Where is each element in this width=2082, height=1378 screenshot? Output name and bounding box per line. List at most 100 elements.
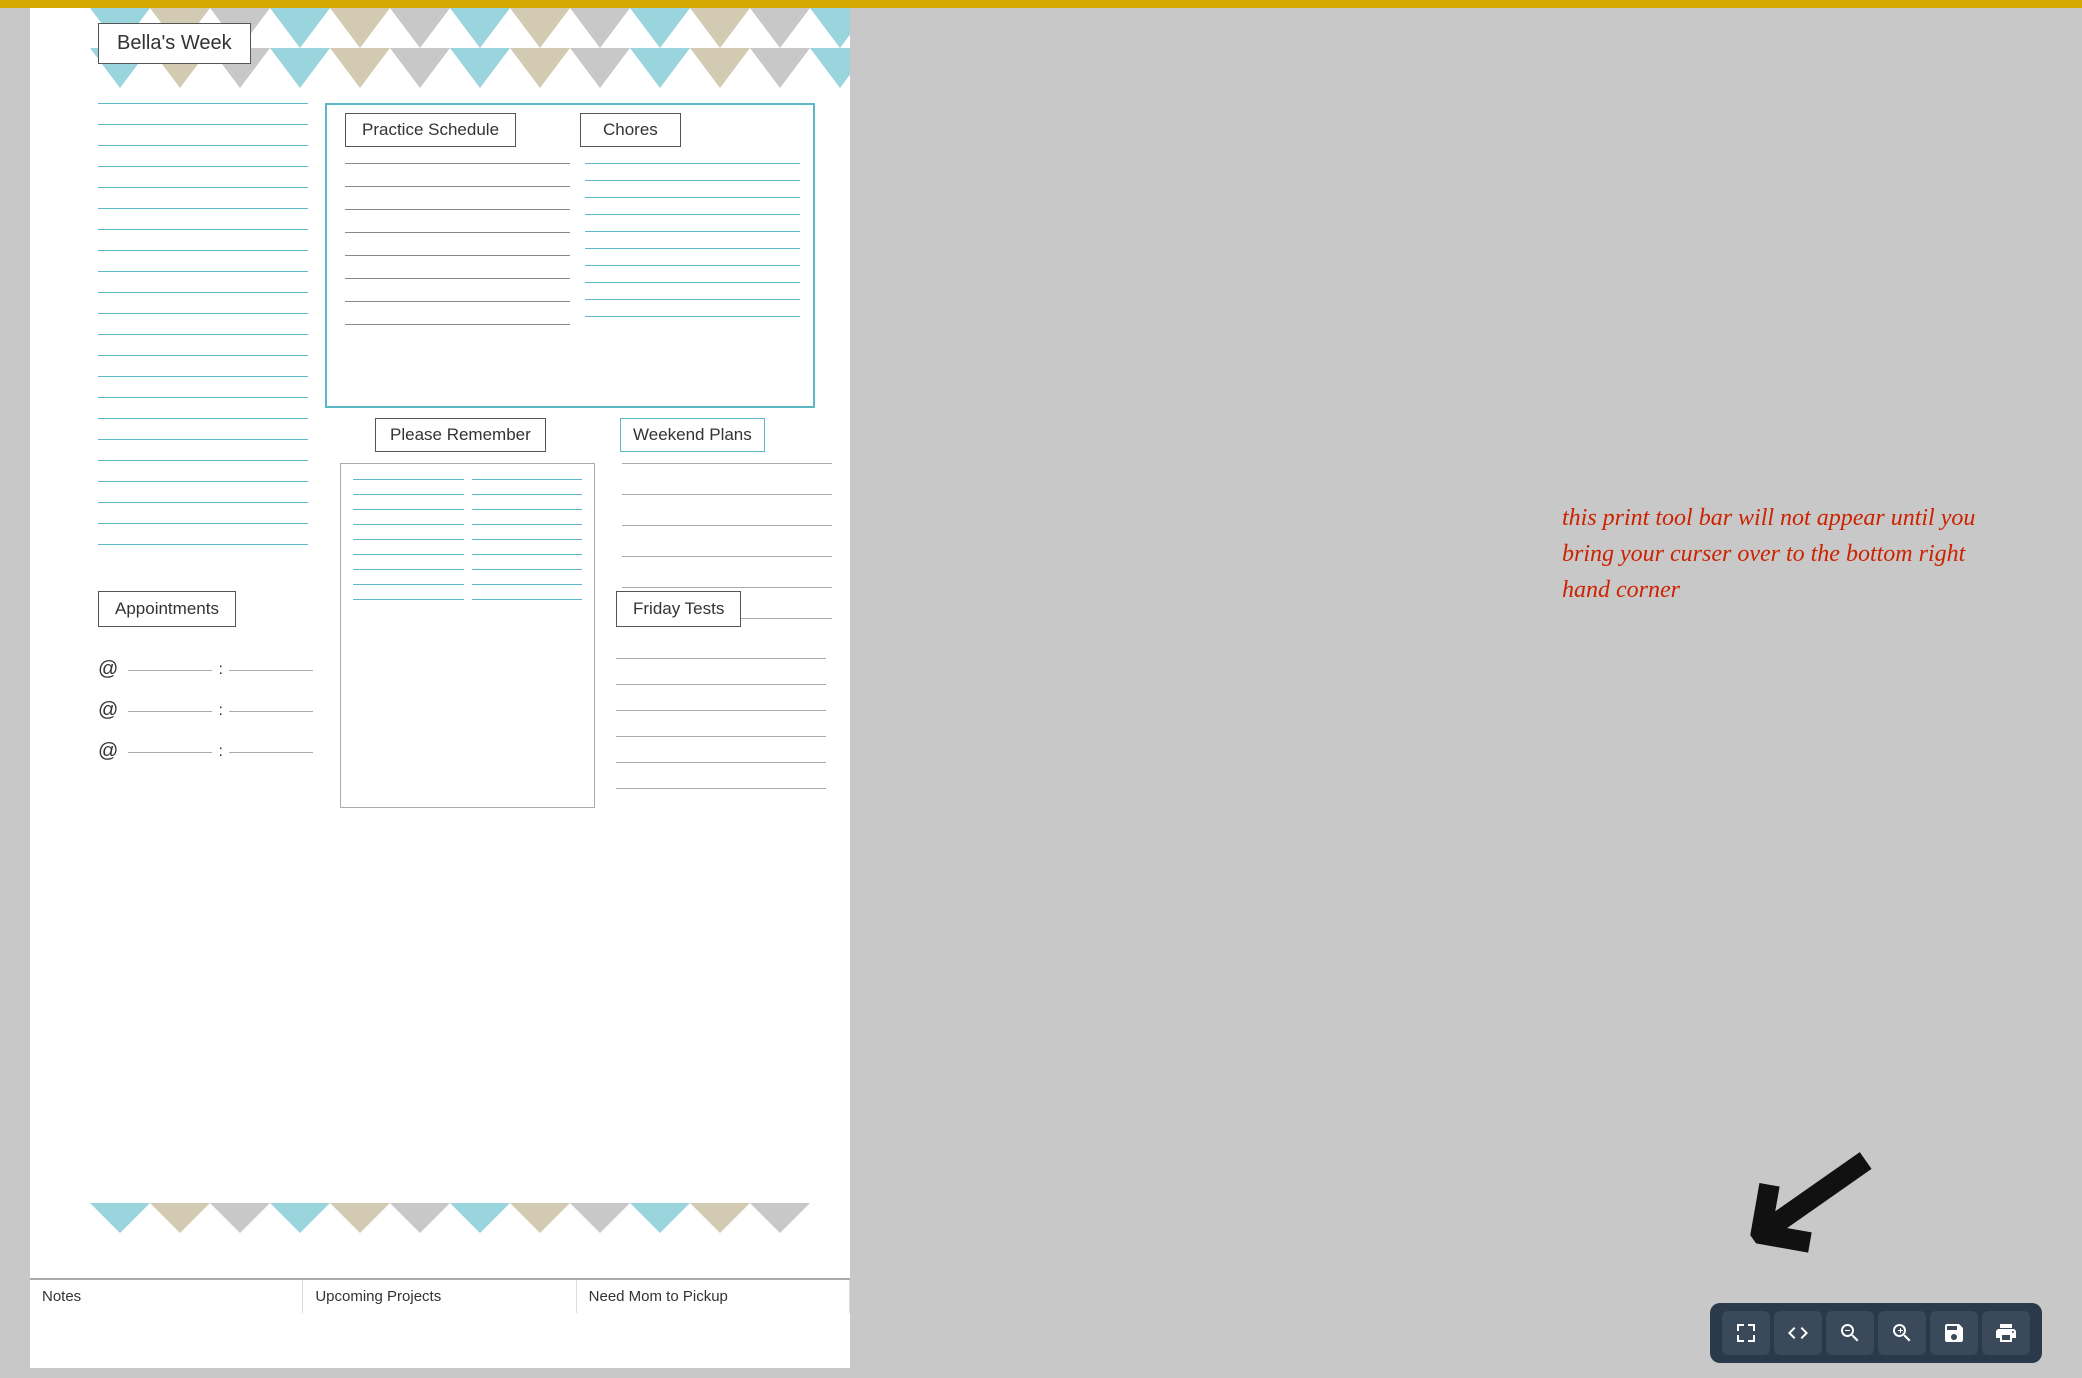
at-symbol: @ (98, 699, 118, 722)
line (616, 710, 826, 711)
appointment-row: @ : (98, 740, 313, 763)
friday-tests-label: Friday Tests (616, 591, 741, 627)
appointment-row: @ : (98, 699, 313, 722)
need-mom-text: Need Mom to Pickup (589, 1288, 728, 1305)
line (98, 334, 308, 335)
top-border (0, 0, 2082, 8)
line (472, 524, 583, 525)
line-row (353, 584, 582, 585)
line (472, 599, 583, 600)
line (98, 523, 308, 524)
line (98, 271, 308, 272)
line (353, 539, 464, 540)
please-remember-label: Please Remember (375, 418, 546, 452)
save-button[interactable] (1930, 1311, 1978, 1355)
line (98, 544, 308, 545)
line (616, 762, 826, 763)
arrow-icon: ↙ (1722, 1091, 1902, 1294)
line (622, 494, 832, 495)
line (128, 711, 212, 712)
line (98, 502, 308, 503)
line (345, 255, 570, 256)
line (616, 658, 826, 659)
line (98, 124, 308, 125)
line (472, 479, 583, 480)
line (585, 248, 800, 249)
appointments-label: Appointments (98, 591, 236, 627)
line (622, 556, 832, 557)
line (98, 439, 308, 440)
print-icon (1994, 1321, 2018, 1345)
code-button[interactable] (1774, 1311, 1822, 1355)
line (616, 788, 826, 789)
bottom-chevron-svg (30, 1203, 850, 1263)
practice-schedule-text: Practice Schedule (362, 120, 499, 139)
colon: : (218, 702, 222, 720)
chevron-header: Bella's Week (30, 8, 850, 88)
line (472, 569, 583, 570)
line (585, 180, 800, 181)
zoom-out-button[interactable] (1826, 1311, 1874, 1355)
line-row (353, 494, 582, 495)
code-icon (1786, 1321, 1810, 1345)
line (622, 587, 832, 588)
notes-text: Notes (42, 1288, 81, 1305)
line (98, 460, 308, 461)
line (98, 292, 308, 293)
line (345, 209, 570, 210)
colon: : (218, 743, 222, 761)
line (98, 208, 308, 209)
line (353, 479, 464, 480)
line (585, 231, 800, 232)
line (585, 214, 800, 215)
line (585, 265, 800, 266)
line (98, 103, 308, 104)
chores-text: Chores (603, 120, 658, 139)
line-row (353, 539, 582, 540)
line (616, 684, 826, 685)
line (98, 397, 308, 398)
line (98, 166, 308, 167)
line (472, 539, 583, 540)
zoom-in-icon (1890, 1321, 1914, 1345)
bottom-chevron-strip (30, 1203, 850, 1263)
line (616, 736, 826, 737)
practice-schedule-label: Practice Schedule (345, 113, 516, 147)
line (353, 599, 464, 600)
line (98, 145, 308, 146)
line (585, 197, 800, 198)
print-button[interactable] (1982, 1311, 2030, 1355)
pr-lines (341, 464, 594, 629)
document: Bella's Week Practice Schedule Chores (30, 8, 850, 1368)
upcoming-projects-text: Upcoming Projects (315, 1288, 441, 1305)
line (353, 584, 464, 585)
line (345, 232, 570, 233)
fit-page-button[interactable] (1722, 1311, 1770, 1355)
chores-lines (585, 163, 800, 333)
line (229, 752, 313, 753)
fit-page-icon (1734, 1321, 1758, 1345)
bellas-week-box: Bella's Week (98, 23, 251, 64)
line (98, 250, 308, 251)
line (622, 463, 832, 464)
weekend-plans-text: Weekend Plans (633, 425, 752, 444)
appointments-lines: @ : @ : @ : (98, 658, 313, 781)
line (353, 509, 464, 510)
upcoming-projects-cell: Upcoming Projects (303, 1280, 576, 1313)
line (98, 418, 308, 419)
annotation-message: this print tool bar will not appear unti… (1562, 505, 1975, 603)
friday-tests-text: Friday Tests (633, 599, 724, 618)
line-row (353, 509, 582, 510)
appointments-text: Appointments (115, 599, 219, 618)
line (353, 524, 464, 525)
line (353, 569, 464, 570)
at-symbol: @ (98, 740, 118, 763)
line (353, 554, 464, 555)
at-symbol: @ (98, 658, 118, 681)
print-toolbar (1710, 1303, 2042, 1363)
line (98, 355, 308, 356)
zoom-in-button[interactable] (1878, 1311, 1926, 1355)
line-row (353, 554, 582, 555)
line (98, 187, 308, 188)
please-remember-box (340, 463, 595, 808)
